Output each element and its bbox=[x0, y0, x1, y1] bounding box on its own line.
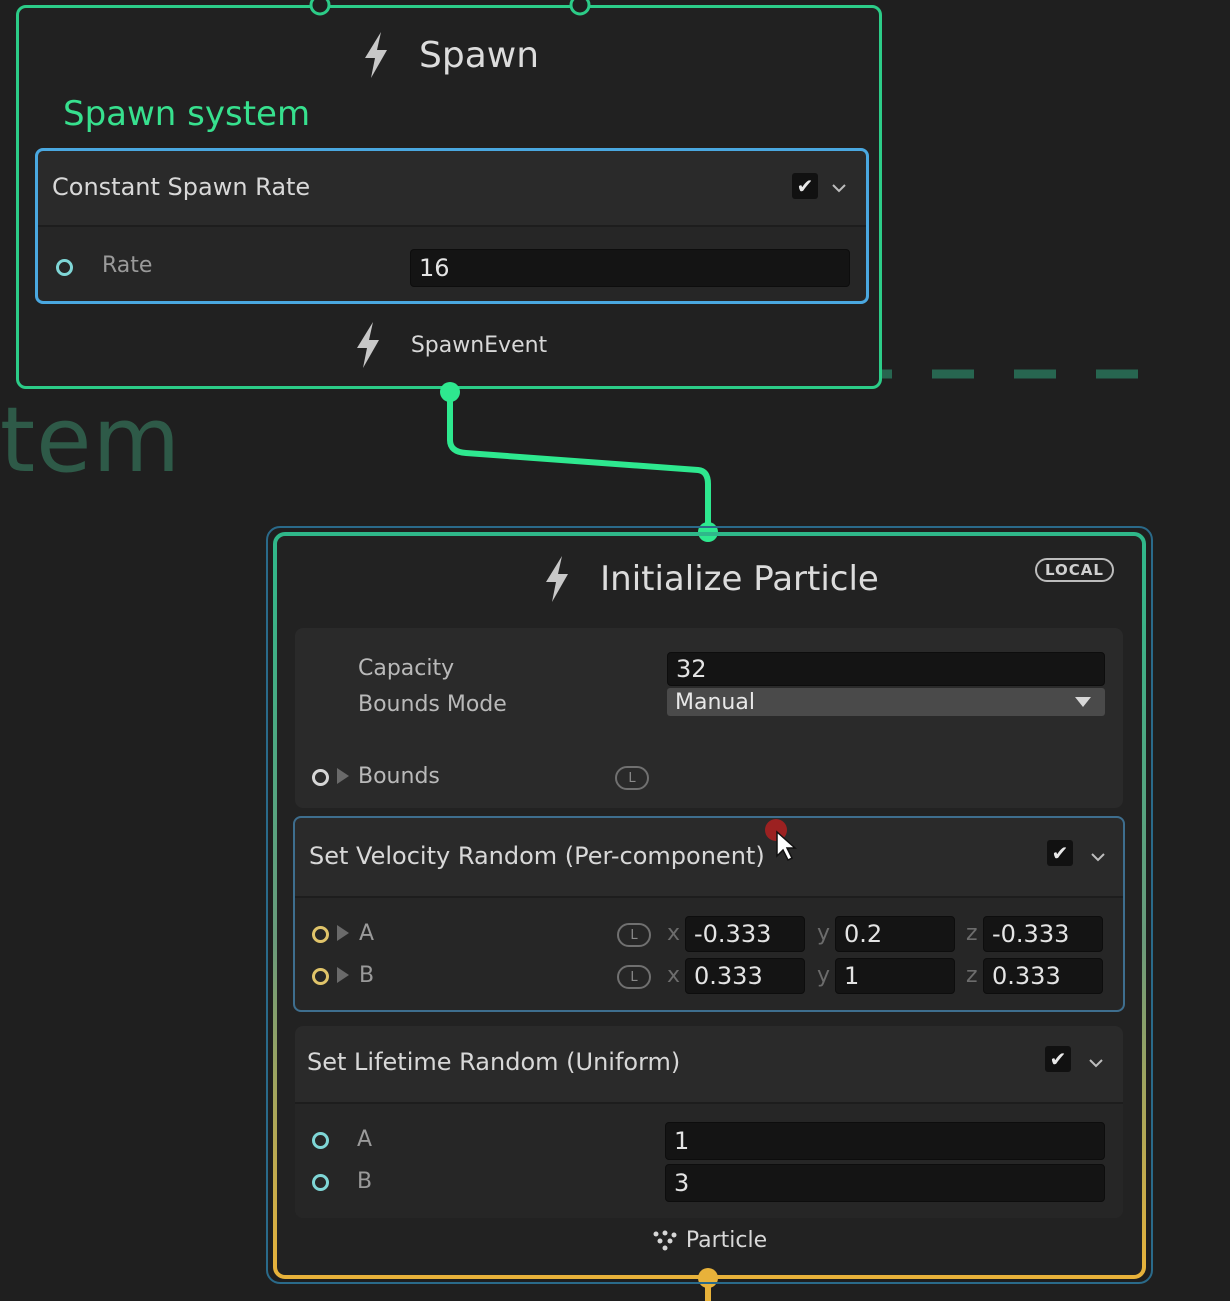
set-lifetime-random-block[interactable]: Set Lifetime Random (Uniform) ✔ A 1 B 3 bbox=[295, 1026, 1123, 1218]
context-settings: Capacity 32 Bounds Mode Manual Bounds L bbox=[295, 628, 1123, 808]
velocity-a-z-field[interactable]: -0.333 bbox=[983, 916, 1103, 952]
lifetime-b-port[interactable] bbox=[312, 1174, 329, 1191]
velocity-a-y-field[interactable]: 0.2 bbox=[835, 916, 955, 952]
velocity-a-local-badge[interactable]: L bbox=[617, 923, 651, 947]
system-name[interactable]: Spawn system bbox=[63, 94, 310, 134]
bounds-mode-dropdown[interactable]: Manual bbox=[667, 688, 1105, 716]
particle-output-label: Particle bbox=[685, 1228, 768, 1253]
block-title: Set Velocity Random (Per-component) bbox=[309, 842, 765, 870]
velocity-b-local-badge[interactable]: L bbox=[617, 965, 651, 989]
bounds-label: Bounds bbox=[358, 764, 440, 789]
capacity-label: Capacity bbox=[358, 656, 455, 681]
bounds-mode-label: Bounds Mode bbox=[358, 692, 507, 717]
check-icon: ✔ bbox=[1051, 841, 1069, 865]
spawn-event-label: SpawnEvent bbox=[410, 332, 548, 358]
spawn-context-header: Spawn bbox=[19, 30, 879, 80]
expand-triangle-icon[interactable] bbox=[337, 925, 349, 941]
velocity-b-z-field[interactable]: 0.333 bbox=[983, 958, 1103, 994]
rate-input-port[interactable] bbox=[56, 259, 73, 276]
expand-triangle-icon[interactable] bbox=[337, 768, 349, 784]
spawn-to-init-link[interactable] bbox=[447, 392, 711, 532]
dropdown-arrow-icon bbox=[1075, 697, 1091, 707]
spawn-output-slot: SpawnEvent bbox=[19, 320, 879, 370]
bolt-icon bbox=[546, 556, 569, 602]
velocity-a-port[interactable] bbox=[312, 926, 329, 943]
chevron-down-icon[interactable] bbox=[832, 183, 846, 193]
lifetime-a-label: A bbox=[357, 1127, 373, 1152]
axis-y-label: y bbox=[817, 921, 831, 946]
capacity-field[interactable]: 32 bbox=[667, 652, 1105, 686]
lifetime-b-label: B bbox=[357, 1169, 373, 1194]
velocity-a-label: A bbox=[359, 921, 375, 946]
axis-x-label: x bbox=[667, 963, 681, 988]
init-context-title: Initialize Particle bbox=[600, 559, 879, 599]
axis-z-label: z bbox=[966, 921, 978, 946]
spawn-context[interactable]: Spawn Spawn system Constant Spawn Rate ✔… bbox=[16, 5, 882, 389]
block-enabled-checkbox[interactable]: ✔ bbox=[792, 173, 818, 199]
bounds-input-port[interactable] bbox=[312, 769, 329, 786]
mouse-cursor-icon bbox=[765, 819, 797, 862]
rate-label: Rate bbox=[102, 253, 153, 278]
rate-field[interactable]: 16 bbox=[410, 249, 850, 287]
block-enabled-checkbox[interactable]: ✔ bbox=[1047, 840, 1073, 866]
lifetime-a-port[interactable] bbox=[312, 1132, 329, 1149]
bounds-local-badge[interactable]: L bbox=[615, 766, 649, 790]
spawn-context-title: Spawn bbox=[418, 34, 540, 76]
axis-y-label: y bbox=[817, 963, 831, 988]
chevron-down-icon[interactable] bbox=[1089, 1058, 1103, 1068]
local-space-badge[interactable]: LOCAL bbox=[1035, 558, 1114, 582]
bounds-mode-value: Manual bbox=[675, 689, 755, 715]
initialize-particle-context[interactable]: Initialize Particle LOCAL Capacity 32 Bo… bbox=[277, 536, 1142, 1275]
bolt-icon bbox=[356, 322, 379, 368]
check-icon: ✔ bbox=[1049, 1047, 1067, 1071]
check-icon: ✔ bbox=[796, 174, 814, 198]
axis-z-label: z bbox=[966, 963, 978, 988]
block-title: Set Lifetime Random (Uniform) bbox=[307, 1048, 681, 1076]
lifetime-b-field[interactable]: 3 bbox=[665, 1164, 1105, 1202]
set-velocity-random-block[interactable]: Set Velocity Random (Per-component) ✔ A … bbox=[293, 816, 1125, 1012]
velocity-b-port[interactable] bbox=[312, 968, 329, 985]
particle-output-slot: Particle bbox=[277, 1228, 1142, 1253]
init-context-header: Initialize Particle bbox=[277, 554, 1142, 604]
lifetime-a-field[interactable]: 1 bbox=[665, 1122, 1105, 1160]
velocity-b-y-field[interactable]: 1 bbox=[835, 958, 955, 994]
system-label: stem bbox=[0, 388, 182, 493]
block-enabled-checkbox[interactable]: ✔ bbox=[1045, 1046, 1071, 1072]
bolt-icon bbox=[364, 32, 387, 78]
particle-icon bbox=[653, 1230, 677, 1250]
block-title: Constant Spawn Rate bbox=[52, 173, 311, 201]
velocity-b-label: B bbox=[359, 963, 375, 988]
axis-x-label: x bbox=[667, 921, 681, 946]
velocity-b-x-field[interactable]: 0.333 bbox=[685, 958, 805, 994]
velocity-a-x-field[interactable]: -0.333 bbox=[685, 916, 805, 952]
constant-spawn-rate-block[interactable]: Constant Spawn Rate ✔ Rate 16 bbox=[35, 148, 869, 304]
chevron-down-icon[interactable] bbox=[1091, 852, 1105, 862]
expand-triangle-icon[interactable] bbox=[337, 967, 349, 983]
